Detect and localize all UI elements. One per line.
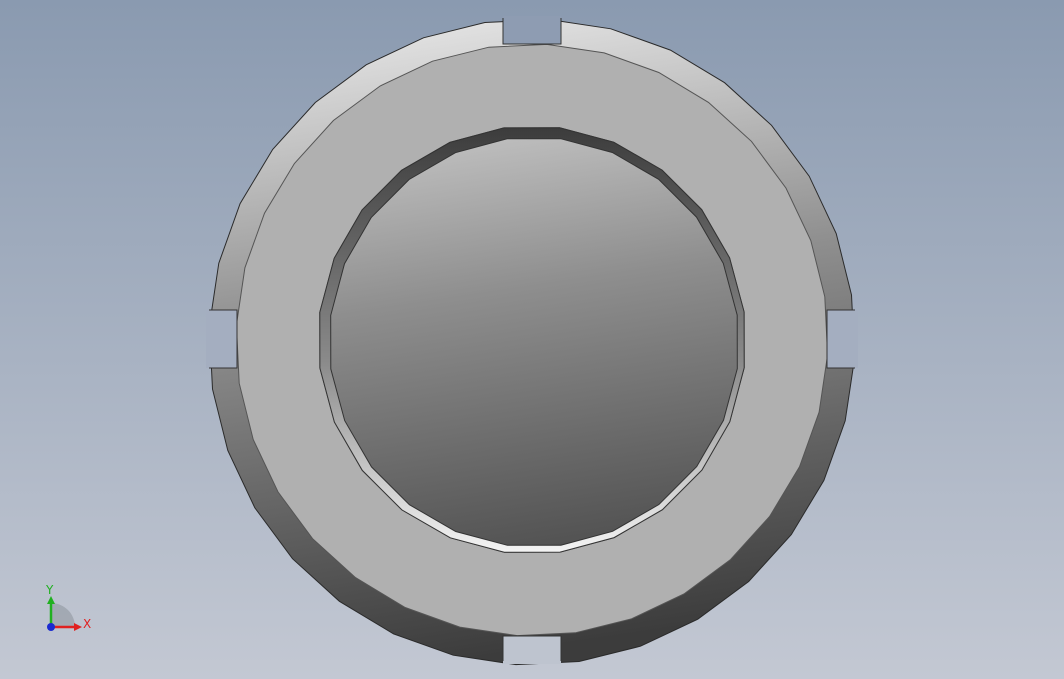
triad-y-label: Y [45, 583, 54, 597]
nut-slot-left [206, 310, 237, 368]
graphics-viewport[interactable]: X Y [0, 0, 1064, 679]
triad-z-axis-dot [47, 623, 55, 631]
nut-slot-right [827, 310, 858, 368]
triad-x-label: X [83, 617, 91, 631]
nut-slot-bottom [503, 636, 561, 664]
nut-slot-top [503, 16, 561, 44]
model-scene[interactable]: X Y [0, 0, 1064, 679]
